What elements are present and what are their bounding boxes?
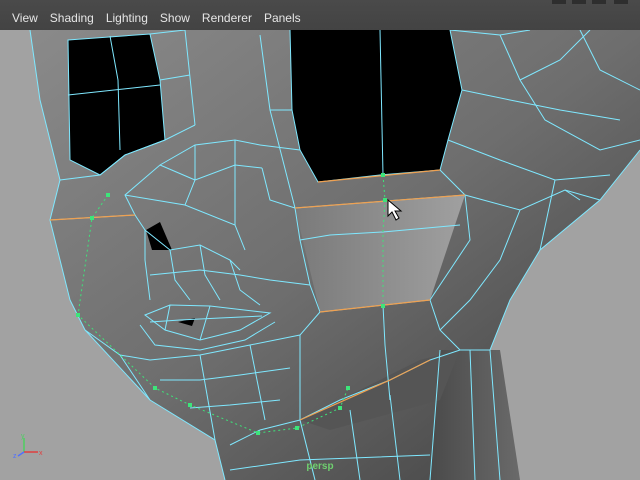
panel-control-icon[interactable] bbox=[592, 0, 606, 4]
axis-y-label: y bbox=[21, 433, 25, 440]
axis-gizmo: y x z bbox=[13, 433, 43, 458]
axis-x-label: x bbox=[39, 450, 43, 457]
menu-shading[interactable]: Shading bbox=[44, 10, 100, 26]
panel-control-icon[interactable] bbox=[552, 0, 566, 4]
menu-panels[interactable]: Panels bbox=[258, 10, 307, 26]
axis-z-label: z bbox=[13, 453, 17, 458]
perspective-viewport[interactable]: y x z persp bbox=[0, 30, 640, 480]
panel-control-icon[interactable] bbox=[572, 0, 586, 4]
panel-menubar: View Shading Lighting Show Renderer Pane… bbox=[0, 0, 640, 31]
camera-name-label: persp bbox=[306, 461, 334, 472]
menu-lighting[interactable]: Lighting bbox=[100, 10, 154, 26]
panel-control-icon[interactable] bbox=[614, 0, 628, 4]
panel-menu: View Shading Lighting Show Renderer Pane… bbox=[6, 10, 307, 26]
menu-renderer[interactable]: Renderer bbox=[196, 10, 258, 26]
menu-view[interactable]: View bbox=[6, 10, 44, 26]
menu-show[interactable]: Show bbox=[154, 10, 196, 26]
